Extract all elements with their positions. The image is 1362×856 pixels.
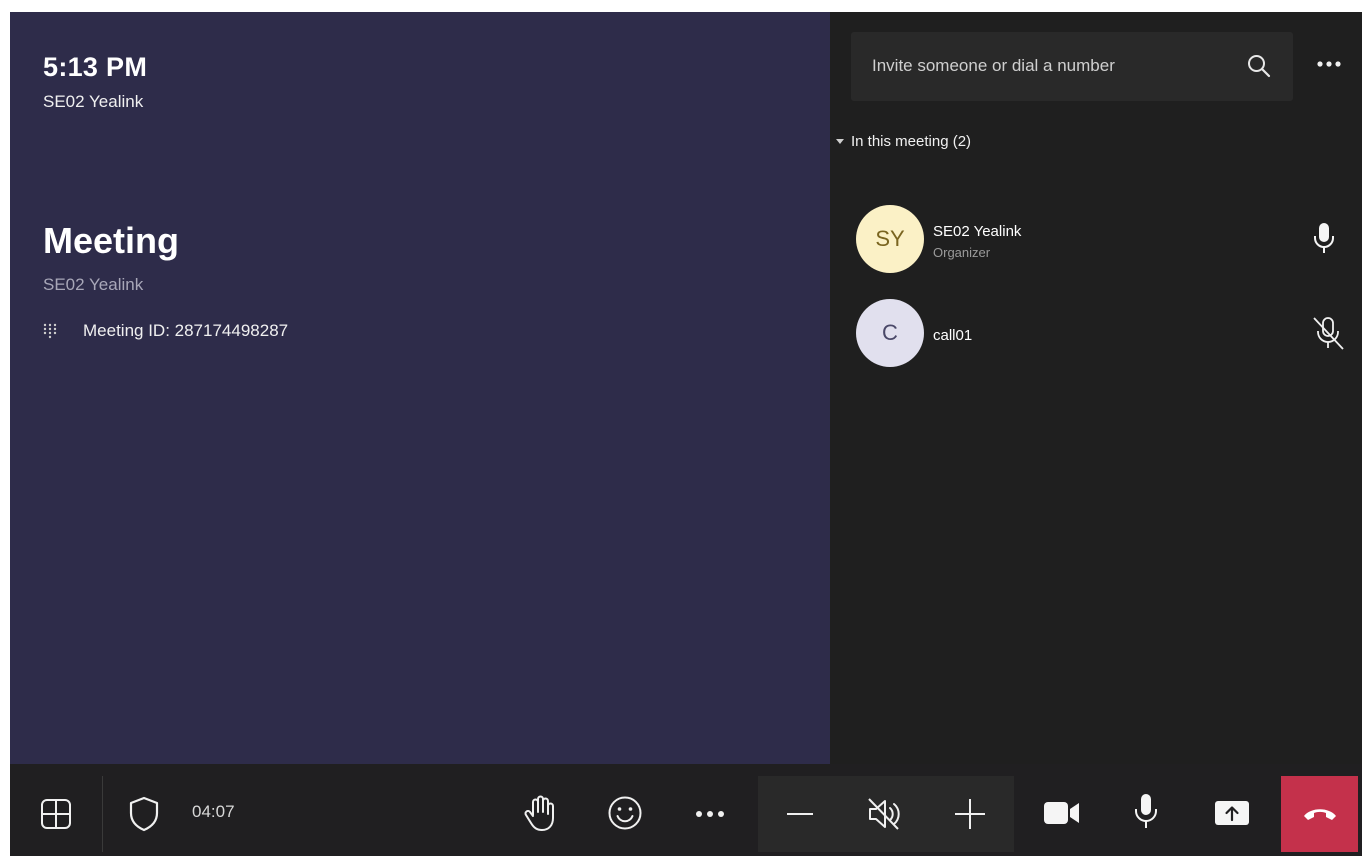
participant-row[interactable]: SY SE02 Yealink Organizer [856, 205, 1362, 275]
search-icon[interactable] [1246, 53, 1272, 79]
avatar: SY [856, 205, 924, 273]
reactions-icon[interactable] [606, 794, 644, 832]
speaker-muted-icon[interactable] [864, 794, 904, 834]
dialpad-icon [43, 323, 57, 339]
hang-up-button[interactable] [1281, 776, 1358, 852]
meeting-id-row: Meeting ID: 287174498287 [43, 317, 288, 345]
volume-down-icon[interactable] [784, 800, 816, 828]
hang-up-icon [1303, 809, 1336, 820]
more-options-icon[interactable] [1316, 60, 1342, 68]
meeting-id: Meeting ID: 287174498287 [83, 321, 289, 340]
search-placeholder: Invite someone or dial a number [872, 56, 1115, 75]
clock: 5:13 PM [43, 52, 148, 82]
meeting-organizer: SE02 Yealink [43, 275, 144, 294]
teams-room-window: 5:13 PM SE02 Yealink Meeting SE02 Yealin… [10, 12, 1362, 856]
call-timer: 04:07 [192, 802, 235, 821]
volume-up-icon[interactable] [952, 796, 988, 832]
in-meeting-section-header[interactable]: In this meeting (2) [836, 133, 971, 150]
shield-icon[interactable] [126, 796, 162, 832]
layout-icon[interactable] [38, 798, 74, 830]
more-options-icon[interactable] [694, 808, 726, 820]
section-label: In this meeting (2) [851, 133, 972, 150]
avatar: C [856, 299, 924, 367]
camera-icon[interactable] [1042, 798, 1082, 828]
meeting-title: Meeting [43, 220, 180, 261]
participants-panel: Invite someone or dial a number In this … [830, 12, 1362, 764]
invite-search-field[interactable]: Invite someone or dial a number [851, 32, 1293, 101]
share-screen-icon[interactable] [1212, 798, 1252, 828]
toolbar-divider [102, 776, 103, 852]
microphone-icon[interactable] [1132, 792, 1160, 832]
call-toolbar: 04:07 [10, 764, 1362, 856]
microphone-icon[interactable] [1311, 222, 1337, 256]
microphone-muted-icon[interactable] [1310, 315, 1346, 351]
raise-hand-icon[interactable] [522, 794, 558, 834]
participant-row[interactable]: C call01 [856, 299, 1362, 369]
participant-name: call01 [933, 327, 973, 344]
participant-name: SE02 Yealink [933, 223, 1022, 240]
meeting-stage: 5:13 PM SE02 Yealink Meeting SE02 Yealin… [10, 12, 830, 764]
caret-down-icon [836, 139, 844, 144]
device-name: SE02 Yealink [43, 92, 144, 111]
volume-controls [758, 776, 1014, 852]
participant-role: Organizer [933, 245, 991, 260]
